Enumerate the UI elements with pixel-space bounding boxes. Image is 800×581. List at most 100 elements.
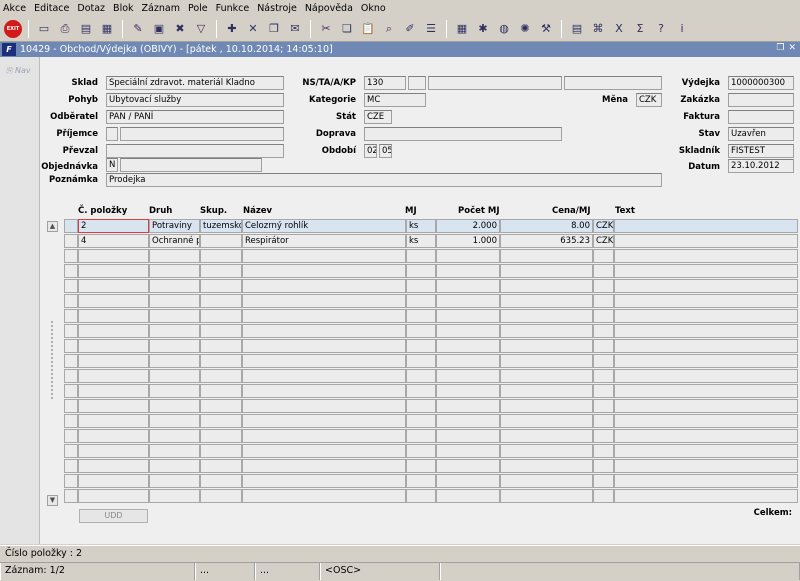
duplicate-icon[interactable]: ❐: [265, 20, 283, 38]
cell-pocet[interactable]: [436, 324, 500, 338]
row-selector[interactable]: [64, 294, 78, 308]
cell-mj[interactable]: [406, 294, 436, 308]
filter-icon[interactable]: ▽: [192, 20, 210, 38]
cell-nazev[interactable]: [242, 309, 406, 323]
cell-nazev[interactable]: [242, 489, 406, 503]
table-row[interactable]: [64, 324, 798, 339]
a-field[interactable]: [428, 76, 562, 90]
menu-dotaz[interactable]: Dotaz: [77, 3, 105, 14]
scroll-grip[interactable]: [50, 320, 55, 400]
doprava-field[interactable]: [364, 127, 562, 141]
cell-druh[interactable]: [149, 309, 200, 323]
cell-druh[interactable]: [149, 459, 200, 473]
cell-text[interactable]: [614, 354, 798, 368]
row-selector[interactable]: [64, 339, 78, 353]
cell-cena[interactable]: 635.23: [500, 234, 593, 248]
cell-mj[interactable]: [406, 429, 436, 443]
cell-text[interactable]: [614, 429, 798, 443]
cell-text[interactable]: [614, 219, 798, 233]
pohyb-field[interactable]: Ubytovací služby: [106, 93, 284, 107]
menu-pole[interactable]: Pole: [188, 3, 208, 14]
list-icon[interactable]: ☰: [422, 20, 440, 38]
cell-nazev[interactable]: [242, 354, 406, 368]
cell-nazev[interactable]: Respirátor: [242, 234, 406, 248]
table-row[interactable]: [64, 489, 798, 504]
cell-mj[interactable]: [406, 369, 436, 383]
cell-druh[interactable]: [149, 279, 200, 293]
cell-druh[interactable]: [149, 354, 200, 368]
row-selector[interactable]: [64, 414, 78, 428]
cell-text[interactable]: [614, 339, 798, 353]
cell-pocet[interactable]: [436, 384, 500, 398]
cell-druh[interactable]: [149, 414, 200, 428]
cell-cena[interactable]: [500, 369, 593, 383]
udd-button[interactable]: UDD: [79, 509, 148, 523]
cell-cena[interactable]: [500, 354, 593, 368]
cell-cena[interactable]: [500, 444, 593, 458]
cell-druh[interactable]: [149, 384, 200, 398]
gear-icon[interactable]: ✱: [474, 20, 492, 38]
cell-mena[interactable]: [593, 264, 614, 278]
cell-cislo[interactable]: [78, 429, 149, 443]
row-selector[interactable]: [64, 474, 78, 488]
objednavka-flag-field[interactable]: N: [106, 158, 118, 172]
cancel-query-icon[interactable]: ✖: [171, 20, 189, 38]
cell-skup[interactable]: tuzemsko: [200, 219, 242, 233]
stat-field[interactable]: CZE: [364, 110, 392, 124]
row-selector[interactable]: [64, 384, 78, 398]
table-row[interactable]: [64, 429, 798, 444]
cell-druh[interactable]: [149, 474, 200, 488]
nav-label[interactable]: ⎘ Nav: [6, 66, 31, 76]
table-row[interactable]: [64, 339, 798, 354]
cell-cislo[interactable]: [78, 489, 149, 503]
cell-cislo[interactable]: [78, 444, 149, 458]
cell-cena[interactable]: [500, 459, 593, 473]
menu-editace[interactable]: Editace: [34, 3, 69, 14]
cell-skup[interactable]: [200, 324, 242, 338]
find-icon[interactable]: ⌕: [380, 20, 398, 38]
scroll-up-icon[interactable]: ▲: [47, 221, 58, 232]
cell-pocet[interactable]: [436, 474, 500, 488]
table-row[interactable]: [64, 249, 798, 264]
cell-text[interactable]: [614, 414, 798, 428]
sklad-field[interactable]: Speciální zdravot. materiál Kladno: [106, 76, 284, 90]
cell-text[interactable]: [614, 264, 798, 278]
cell-cislo[interactable]: [78, 354, 149, 368]
cell-text[interactable]: [614, 369, 798, 383]
objednavka-field[interactable]: [120, 158, 262, 172]
cell-cislo[interactable]: [78, 339, 149, 353]
cell-mena[interactable]: CZK: [593, 219, 614, 233]
cell-skup[interactable]: [200, 399, 242, 413]
obdobi-year-field[interactable]: 05: [379, 144, 392, 158]
sum-icon[interactable]: Σ: [631, 20, 649, 38]
cell-mena[interactable]: [593, 339, 614, 353]
cell-mj[interactable]: [406, 399, 436, 413]
cell-cislo[interactable]: 4: [78, 234, 149, 248]
cell-pocet[interactable]: [436, 264, 500, 278]
cell-cena[interactable]: 8.00: [500, 219, 593, 233]
table-row[interactable]: [64, 459, 798, 474]
row-selector[interactable]: [64, 489, 78, 503]
kp-field[interactable]: [564, 76, 662, 90]
exit-icon[interactable]: EXIT: [4, 19, 22, 38]
cell-cena[interactable]: [500, 324, 593, 338]
cell-mj[interactable]: ks: [406, 219, 436, 233]
row-selector[interactable]: [64, 354, 78, 368]
cell-cislo[interactable]: [78, 459, 149, 473]
table-row[interactable]: 4 Ochranné p Respirátor ks 1.000 635.23 CZK: [64, 234, 798, 249]
cell-druh[interactable]: Ochranné p: [149, 234, 200, 248]
table-row[interactable]: [64, 474, 798, 489]
cell-cena[interactable]: [500, 429, 593, 443]
table-row[interactable]: [64, 264, 798, 279]
table-row[interactable]: [64, 279, 798, 294]
cell-mena[interactable]: [593, 429, 614, 443]
ns-field[interactable]: 130: [364, 76, 406, 90]
poznamka-field[interactable]: Prodejka: [106, 173, 662, 187]
cell-mj[interactable]: [406, 474, 436, 488]
clear-record-icon[interactable]: ▦: [98, 20, 116, 38]
cell-druh[interactable]: [149, 429, 200, 443]
cell-pocet[interactable]: [436, 369, 500, 383]
cell-cislo[interactable]: [78, 414, 149, 428]
cell-skup[interactable]: [200, 384, 242, 398]
cell-cena[interactable]: [500, 489, 593, 503]
